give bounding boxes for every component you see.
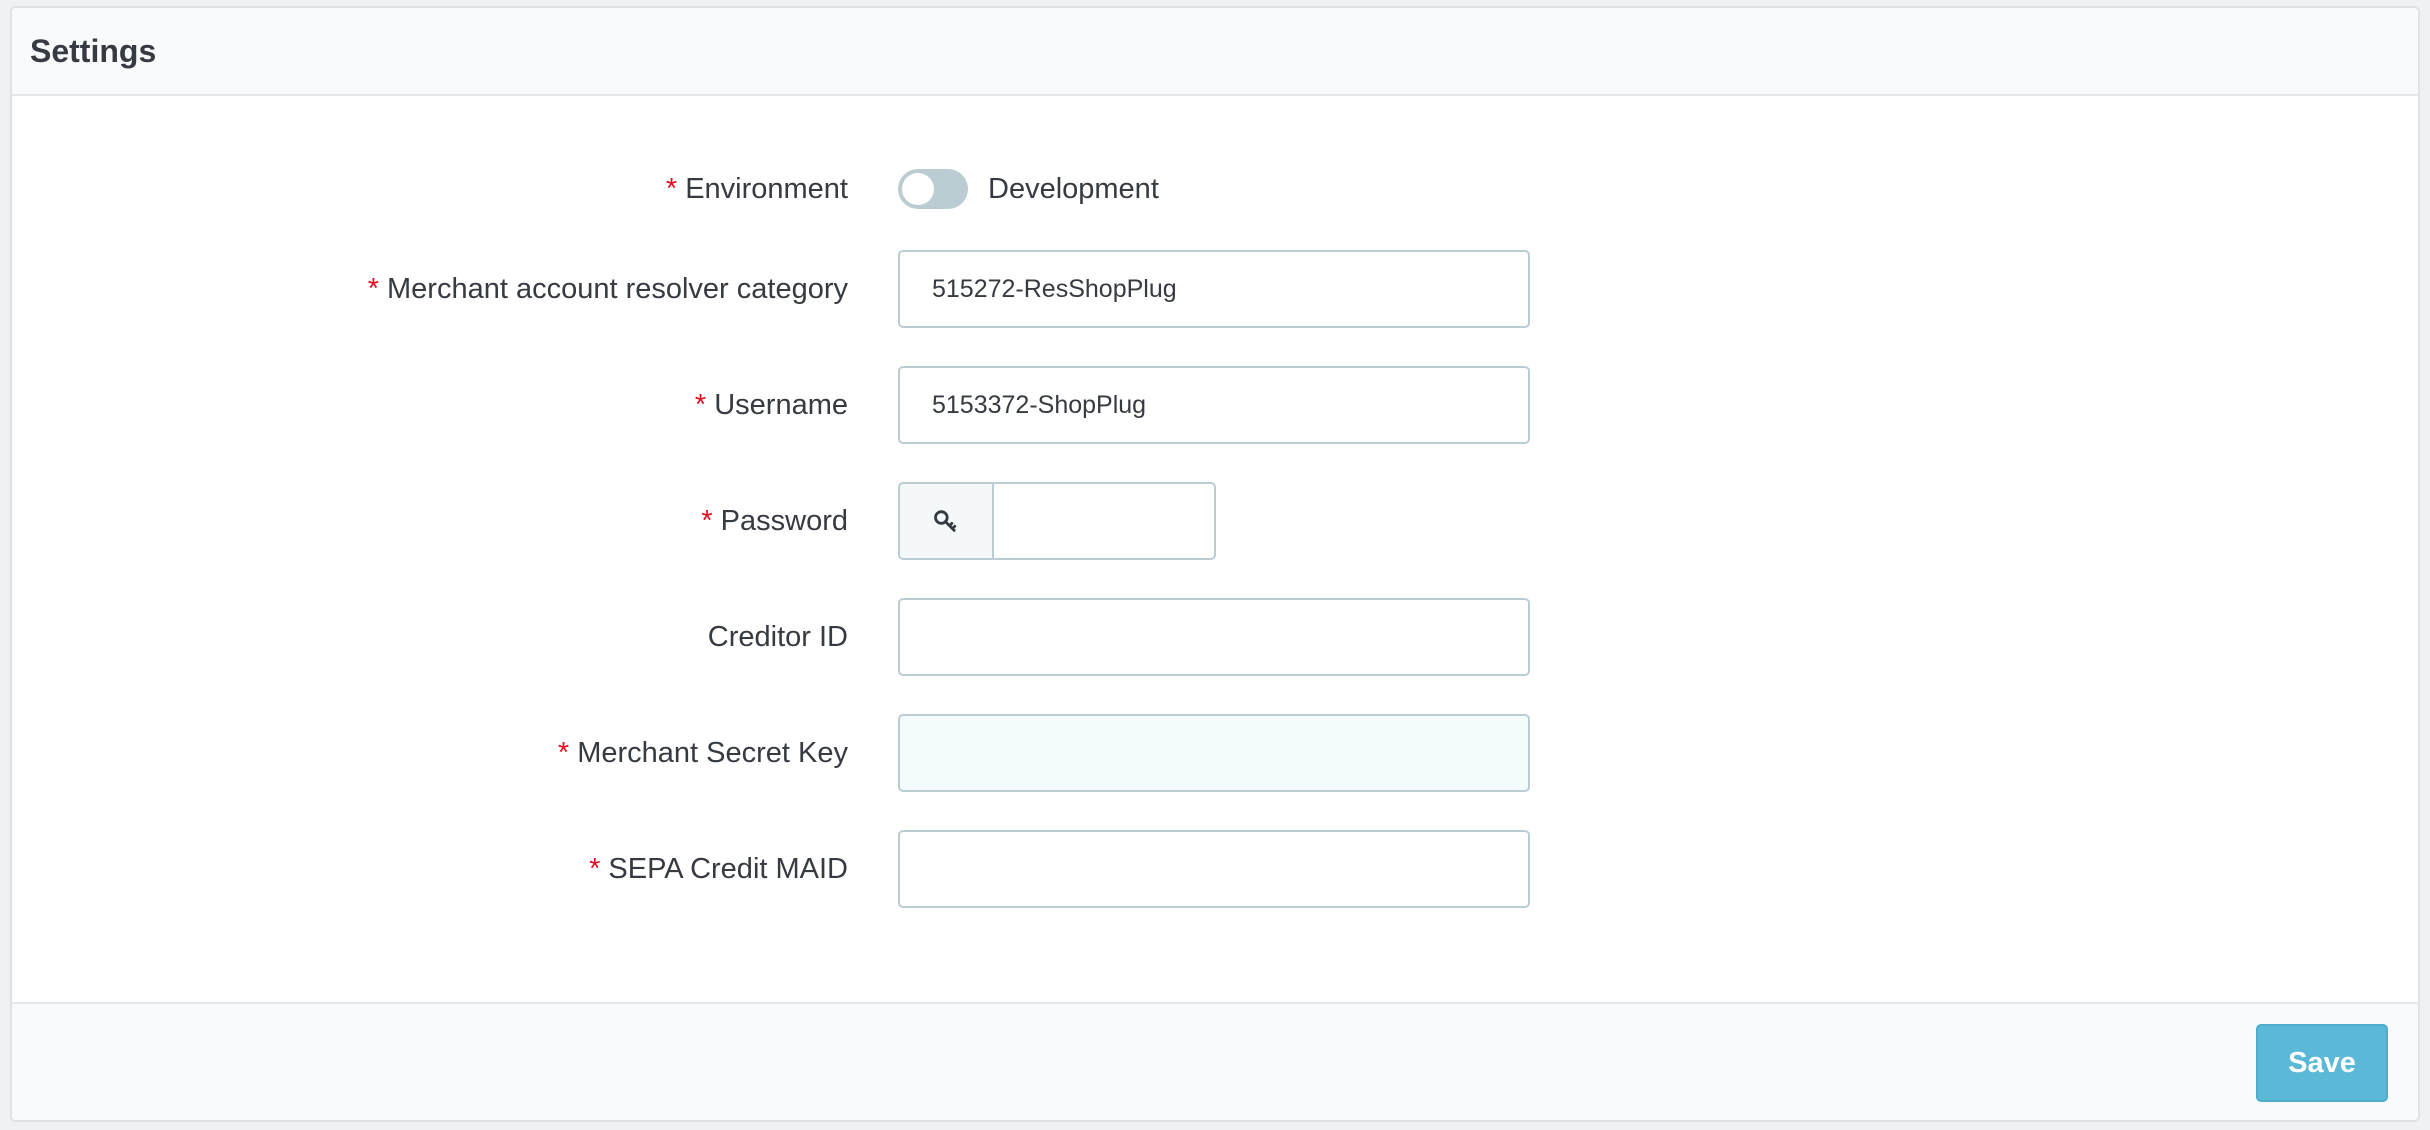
settings-form: * Environment Development * Merchant acc… — [12, 96, 2418, 1006]
sepa-credit-maid-label-text: SEPA Credit MAID — [608, 852, 848, 885]
required-marker: * — [367, 272, 379, 305]
merchant-category-field — [898, 250, 1530, 328]
panel-title: Settings — [30, 32, 157, 69]
creditor-id-field — [898, 598, 1530, 676]
settings-panel: Settings * Environment Development * Mer… — [10, 6, 2420, 1122]
required-marker: * — [701, 504, 713, 537]
creditor-id-input[interactable] — [898, 598, 1530, 676]
sepa-credit-maid-row: * SEPA Credit MAID — [12, 830, 2418, 908]
required-marker: * — [589, 852, 601, 885]
merchant-category-label-text: Merchant account resolver category — [387, 272, 848, 305]
panel-footer: Save — [12, 1002, 2418, 1120]
password-label-text: Password — [720, 504, 848, 537]
creditor-id-label-text: Creditor ID — [707, 620, 848, 653]
password-input[interactable] — [992, 482, 1216, 560]
environment-value-label: Development — [988, 172, 1159, 205]
merchant-secret-key-label: * Merchant Secret Key — [558, 714, 848, 792]
environment-label: * Environment — [666, 150, 848, 228]
merchant-category-row: * Merchant account resolver category — [12, 250, 2418, 328]
sepa-credit-maid-field — [898, 830, 1530, 908]
merchant-category-label: * Merchant account resolver category — [368, 250, 848, 328]
panel-header: Settings — [12, 8, 2418, 96]
sepa-credit-maid-label: * SEPA Credit MAID — [589, 830, 848, 908]
username-label-text: Username — [714, 388, 848, 421]
password-row: * Password — [12, 482, 2418, 560]
username-label: * Username — [695, 366, 848, 444]
username-row: * Username — [12, 366, 2418, 444]
merchant-category-input[interactable] — [898, 250, 1530, 328]
username-input[interactable] — [898, 366, 1530, 444]
key-icon — [898, 482, 992, 560]
creditor-id-row: Creditor ID — [12, 598, 2418, 676]
merchant-secret-key-row: * Merchant Secret Key — [12, 714, 2418, 792]
sepa-credit-maid-input[interactable] — [898, 830, 1530, 908]
required-marker: * — [665, 172, 678, 205]
environment-label-text: Environment — [685, 172, 848, 205]
environment-row: * Environment Development — [12, 150, 2418, 228]
password-field — [898, 482, 1216, 560]
password-label: * Password — [701, 482, 848, 560]
environment-field: Development — [898, 150, 1159, 228]
creditor-id-label: Creditor ID — [708, 598, 848, 676]
toggle-knob — [902, 173, 934, 205]
merchant-secret-key-label-text: Merchant Secret Key — [577, 736, 848, 769]
required-marker: * — [557, 736, 570, 769]
merchant-secret-key-field — [898, 714, 1530, 792]
save-button[interactable]: Save — [2256, 1024, 2388, 1102]
environment-toggle[interactable] — [898, 169, 968, 209]
username-field — [898, 366, 1530, 444]
required-marker: * — [694, 388, 707, 421]
merchant-secret-key-input[interactable] — [898, 714, 1530, 792]
